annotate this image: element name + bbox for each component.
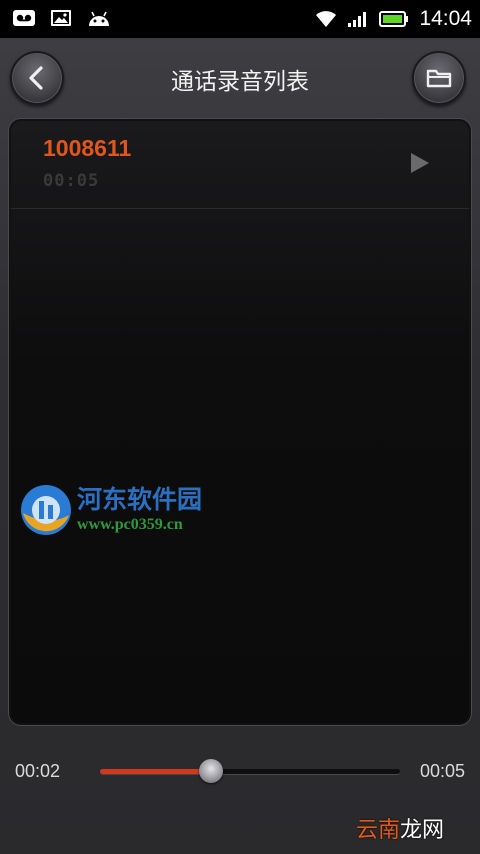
status-left-icons: [12, 8, 112, 28]
status-bar: 14:04: [0, 0, 480, 38]
footer-watermark-part2: 龙网: [399, 818, 444, 843]
recording-number: 1008611: [43, 135, 132, 161]
total-time: 00:05: [419, 761, 465, 781]
wifi-icon: [316, 11, 337, 27]
android-icon: [89, 11, 109, 26]
play-icon[interactable]: [407, 151, 431, 175]
recording-duration: 00:05: [43, 171, 100, 191]
recordings-list: 1008611 00:05 河东软件园 www.pc0359.cn: [9, 119, 471, 725]
folder-button[interactable]: [412, 51, 466, 105]
status-right-icons: 14:04: [315, 6, 472, 32]
image-icon: [51, 10, 71, 26]
list-item[interactable]: 1008611 00:05: [11, 121, 469, 209]
status-time: 14:04: [419, 7, 472, 30]
current-time: 00:02: [15, 761, 61, 781]
seek-bar-thumb[interactable]: [199, 759, 223, 783]
watermark-logo: 河东软件园 www.pc0359.cn: [19, 483, 202, 537]
call-recordings-screen: 通话录音列表 1008611 00:05 河东软件园 www.pc0359.cn…: [0, 38, 480, 854]
voicemail-icon: [13, 10, 35, 26]
header: 通话录音列表: [0, 38, 480, 118]
watermark-url: www.pc0359.cn: [77, 516, 183, 533]
watermark-logo-icon: [21, 485, 71, 535]
page-title: 通话录音列表: [171, 69, 309, 95]
seek-bar-fill: [100, 769, 211, 774]
signal-icon: [348, 12, 367, 27]
watermark-name: 河东软件园: [77, 485, 203, 514]
folder-icon: [426, 69, 452, 88]
battery-icon: [379, 11, 409, 27]
seek-bar[interactable]: [100, 759, 400, 783]
footer-watermark: 云南龙网: [356, 812, 444, 844]
footer-watermark-part1: 云南: [355, 818, 400, 843]
